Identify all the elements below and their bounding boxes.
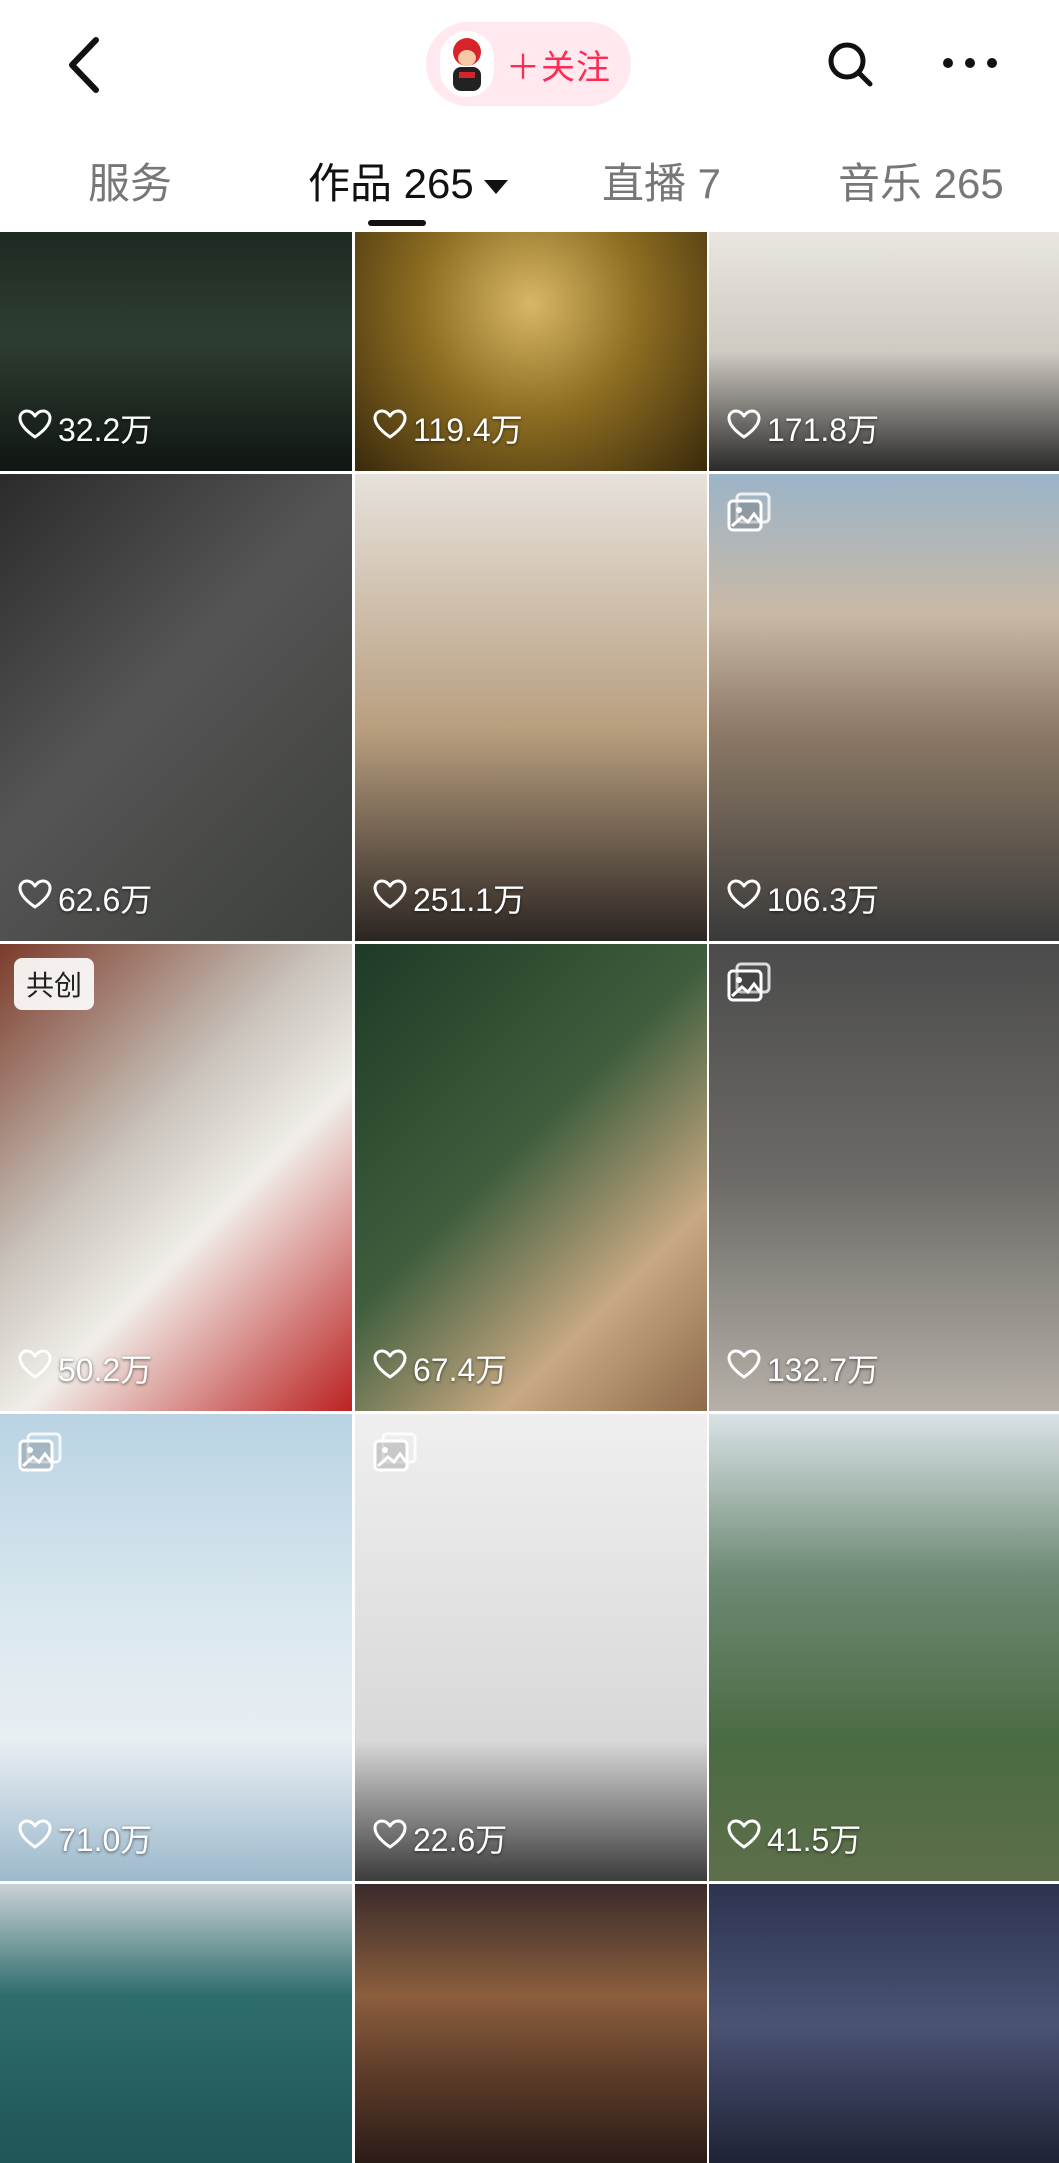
like-count-text: 251.1万	[413, 882, 526, 918]
post-tile[interactable]: 119.4万	[355, 232, 707, 471]
like-count: 71.0万	[18, 1815, 152, 1861]
like-count: 62.6万	[18, 875, 152, 921]
heart-icon	[373, 1819, 413, 1857]
post-tile[interactable]: 22.6万	[355, 1414, 707, 1881]
search-icon[interactable]	[826, 40, 874, 88]
like-count: 41.5万	[727, 1815, 861, 1861]
post-tile[interactable]: 共创 50.2万	[0, 944, 352, 1411]
like-count-text: 171.8万	[767, 412, 880, 448]
like-count-text: 119.4万	[413, 412, 523, 448]
post-tile[interactable]: 32.2万	[0, 232, 352, 471]
like-count: 171.8万	[727, 405, 879, 451]
like-count-text: 71.0万	[58, 1822, 153, 1858]
image-post-icon	[727, 492, 771, 537]
like-count-text: 62.6万	[58, 882, 153, 918]
like-count: 32.2万	[18, 405, 152, 451]
back-arrow-icon[interactable]	[60, 30, 110, 100]
post-tile[interactable]: 67.4万	[355, 944, 707, 1411]
post-tile[interactable]: 62.6万	[0, 474, 352, 941]
like-count: 22.6万	[373, 1815, 507, 1861]
dropdown-caret-icon[interactable]	[483, 179, 508, 194]
post-tile[interactable]: 71.0万	[0, 1414, 352, 1881]
like-count: 106.3万	[727, 875, 879, 921]
like-count-text: 132.7万	[767, 1352, 880, 1388]
avatar[interactable]	[440, 31, 494, 97]
heart-icon	[18, 1819, 58, 1857]
heart-icon	[18, 879, 58, 917]
like-count-text: 67.4万	[413, 1352, 508, 1388]
heart-icon	[727, 879, 767, 917]
like-count: 119.4万	[373, 405, 523, 451]
post-tile[interactable]	[355, 1884, 707, 2163]
image-post-icon	[18, 1432, 62, 1477]
heart-icon	[373, 879, 413, 917]
post-tile[interactable]: 41.5万	[709, 1414, 1059, 1881]
tab-services[interactable]: 服务	[88, 150, 172, 211]
post-tile[interactable]: 106.3万	[709, 474, 1059, 941]
post-grid: 32.2万 119.4万 171.8万 62.6万 251.1万 106.3万共创 50.2…	[0, 232, 1059, 2163]
like-count-text: 22.6万	[413, 1822, 508, 1858]
tab-music[interactable]: 音乐 265	[838, 150, 1004, 211]
co-create-badge: 共创	[14, 958, 95, 1010]
post-tile[interactable]: 251.1万	[355, 474, 707, 941]
like-count-text: 50.2万	[58, 1352, 153, 1388]
heart-icon	[18, 1349, 58, 1387]
tab-live[interactable]: 直播 7	[602, 150, 721, 211]
tab-bar: 服务 作品 265 直播 7 音乐 265	[0, 130, 1059, 230]
image-post-icon	[727, 962, 771, 1007]
follow-label: ＋关注	[506, 48, 611, 87]
follow-button[interactable]: ＋关注	[426, 22, 631, 106]
like-count: 50.2万	[18, 1345, 152, 1391]
image-post-icon	[373, 1432, 417, 1477]
more-icon[interactable]	[940, 52, 1000, 74]
heart-icon	[727, 409, 767, 447]
like-count: 67.4万	[373, 1345, 507, 1391]
post-tile[interactable]	[0, 1884, 352, 2163]
like-count-text: 106.3万	[767, 882, 880, 918]
heart-icon	[727, 1819, 767, 1857]
post-tile[interactable]	[709, 1884, 1059, 2163]
active-tab-indicator	[368, 220, 426, 226]
post-tile[interactable]: 171.8万	[709, 232, 1059, 471]
heart-icon	[727, 1349, 767, 1387]
post-tile[interactable]: 132.7万	[709, 944, 1059, 1411]
heart-icon	[373, 409, 413, 447]
like-count-text: 41.5万	[767, 1822, 862, 1858]
heart-icon	[373, 1349, 413, 1387]
like-count-text: 32.2万	[58, 412, 153, 448]
tab-works[interactable]: 作品 265	[308, 150, 508, 211]
like-count: 251.1万	[373, 875, 525, 921]
heart-icon	[18, 409, 58, 447]
top-bar: ＋关注	[0, 0, 1059, 130]
like-count: 132.7万	[727, 1345, 879, 1391]
